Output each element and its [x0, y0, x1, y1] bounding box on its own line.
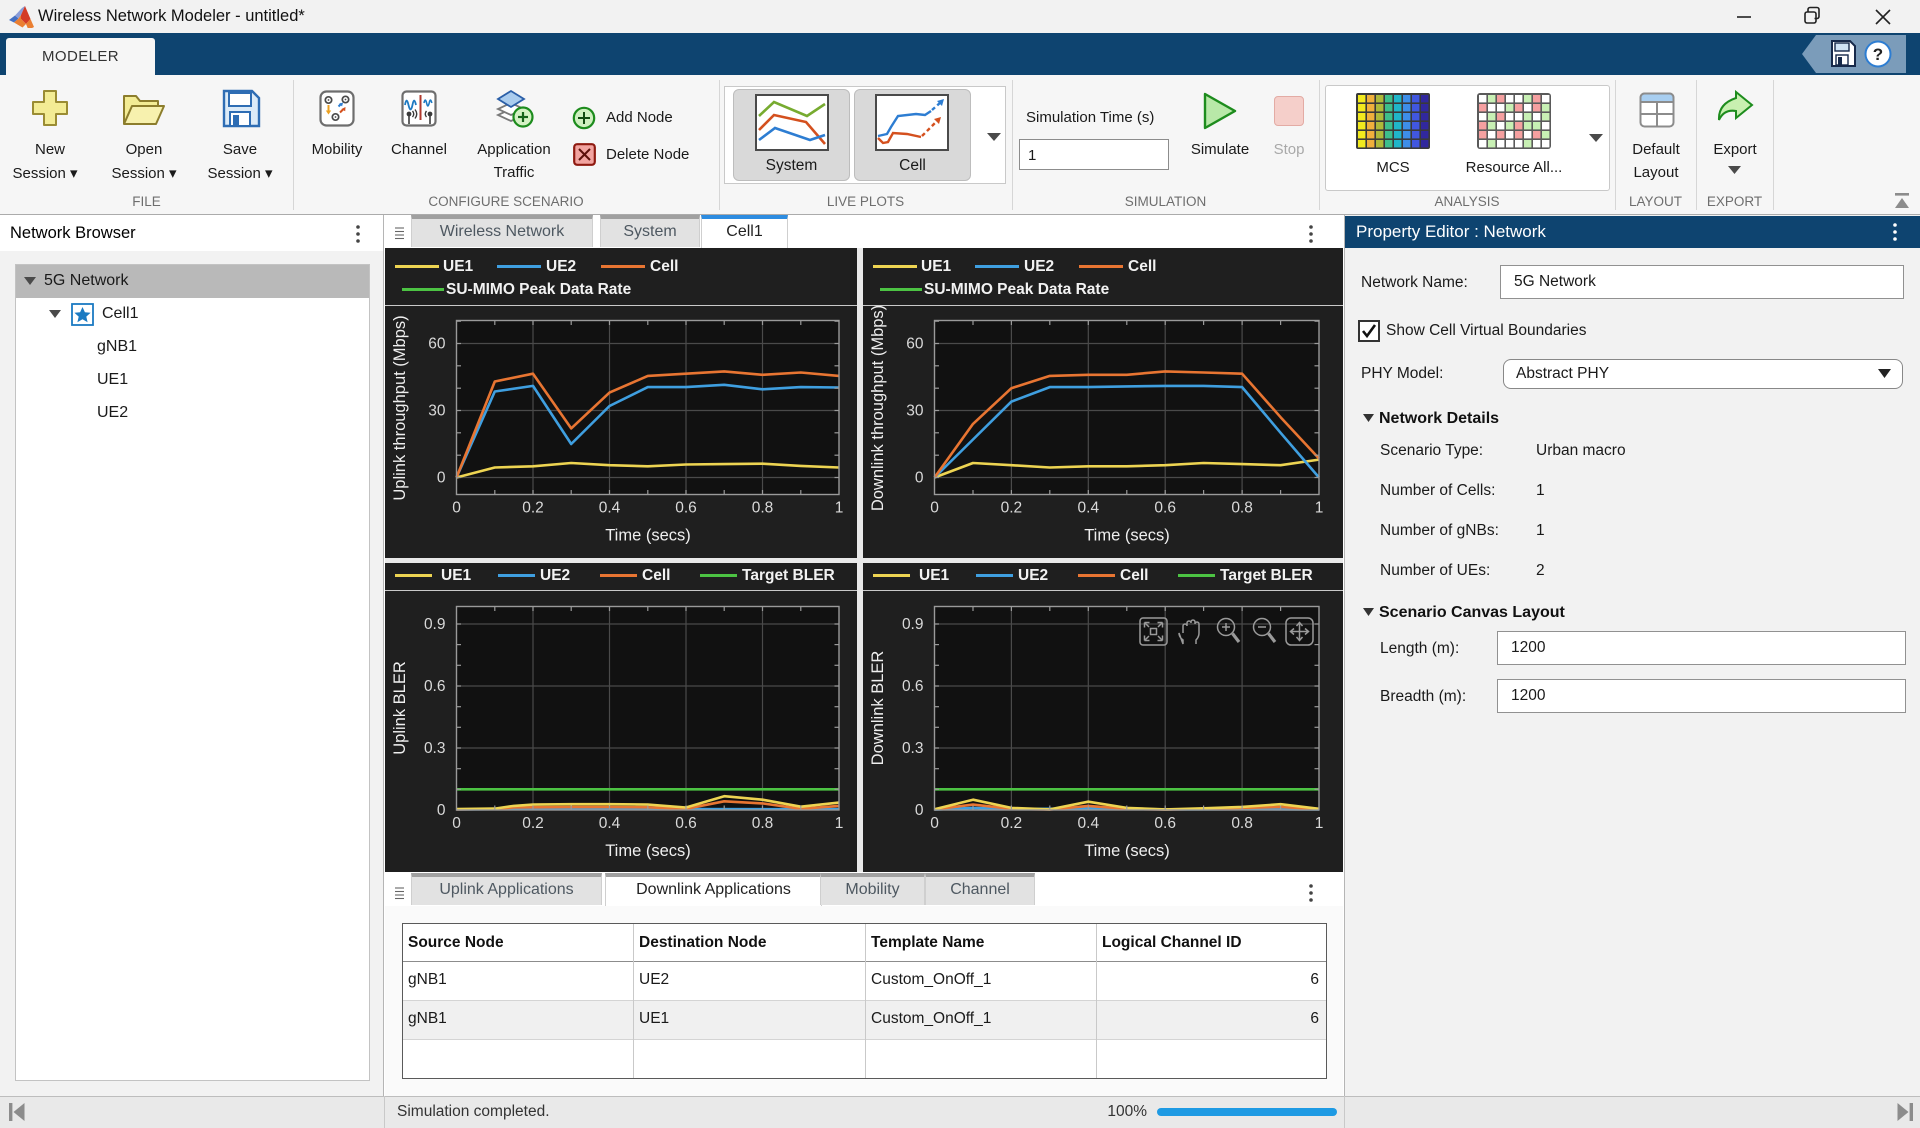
- svg-text:1: 1: [1315, 815, 1324, 832]
- svg-text:0.8: 0.8: [752, 815, 774, 832]
- svg-text:Downlink throughput (Mbps): Downlink throughput (Mbps): [869, 305, 887, 511]
- svg-text:1: 1: [835, 815, 844, 832]
- svg-text:60: 60: [906, 336, 924, 353]
- svg-text:0.4: 0.4: [599, 500, 621, 517]
- svg-text:0: 0: [930, 500, 939, 517]
- svg-text:0.4: 0.4: [1078, 815, 1100, 832]
- svg-text:0.2: 0.2: [522, 500, 544, 517]
- svg-text:0.6: 0.6: [675, 500, 697, 517]
- svg-text:60: 60: [428, 336, 446, 353]
- svg-text:0: 0: [915, 470, 924, 487]
- svg-text:Downlink BLER: Downlink BLER: [869, 651, 887, 766]
- svg-text:0.6: 0.6: [424, 678, 446, 695]
- svg-text:30: 30: [428, 403, 446, 420]
- svg-text:Time (secs): Time (secs): [605, 842, 691, 860]
- svg-text:0: 0: [452, 815, 461, 832]
- svg-text:0.3: 0.3: [424, 740, 446, 757]
- svg-text:0.3: 0.3: [902, 740, 924, 757]
- svg-text:Time (secs): Time (secs): [605, 527, 691, 545]
- svg-text:0.6: 0.6: [675, 815, 697, 832]
- svg-text:?: ?: [1873, 45, 1883, 64]
- svg-text:0.6: 0.6: [1154, 815, 1176, 832]
- svg-text:0.8: 0.8: [1231, 815, 1253, 832]
- svg-text:0.8: 0.8: [1231, 500, 1253, 517]
- svg-text:0: 0: [437, 802, 446, 819]
- svg-text:1: 1: [835, 500, 844, 517]
- svg-text:0.9: 0.9: [424, 616, 446, 633]
- svg-text:Time (secs): Time (secs): [1084, 842, 1170, 860]
- svg-text:Uplink throughput (Mbps): Uplink throughput (Mbps): [391, 315, 409, 500]
- svg-text:0: 0: [452, 500, 461, 517]
- svg-text:Uplink BLER: Uplink BLER: [391, 661, 409, 755]
- svg-text:0: 0: [915, 802, 924, 819]
- svg-text:0.6: 0.6: [902, 678, 924, 695]
- svg-text:0.2: 0.2: [522, 815, 544, 832]
- svg-text:0: 0: [930, 815, 939, 832]
- svg-text:0.2: 0.2: [1001, 500, 1023, 517]
- svg-text:0.2: 0.2: [1001, 815, 1023, 832]
- svg-text:0.4: 0.4: [1078, 500, 1100, 517]
- svg-text:30: 30: [906, 403, 924, 420]
- svg-text:0.9: 0.9: [902, 616, 924, 633]
- svg-text:0.4: 0.4: [599, 815, 621, 832]
- svg-text:Time (secs): Time (secs): [1084, 527, 1170, 545]
- svg-text:0: 0: [437, 470, 446, 487]
- svg-text:0.6: 0.6: [1154, 500, 1176, 517]
- svg-text:1: 1: [1315, 500, 1324, 517]
- svg-text:0.8: 0.8: [752, 500, 774, 517]
